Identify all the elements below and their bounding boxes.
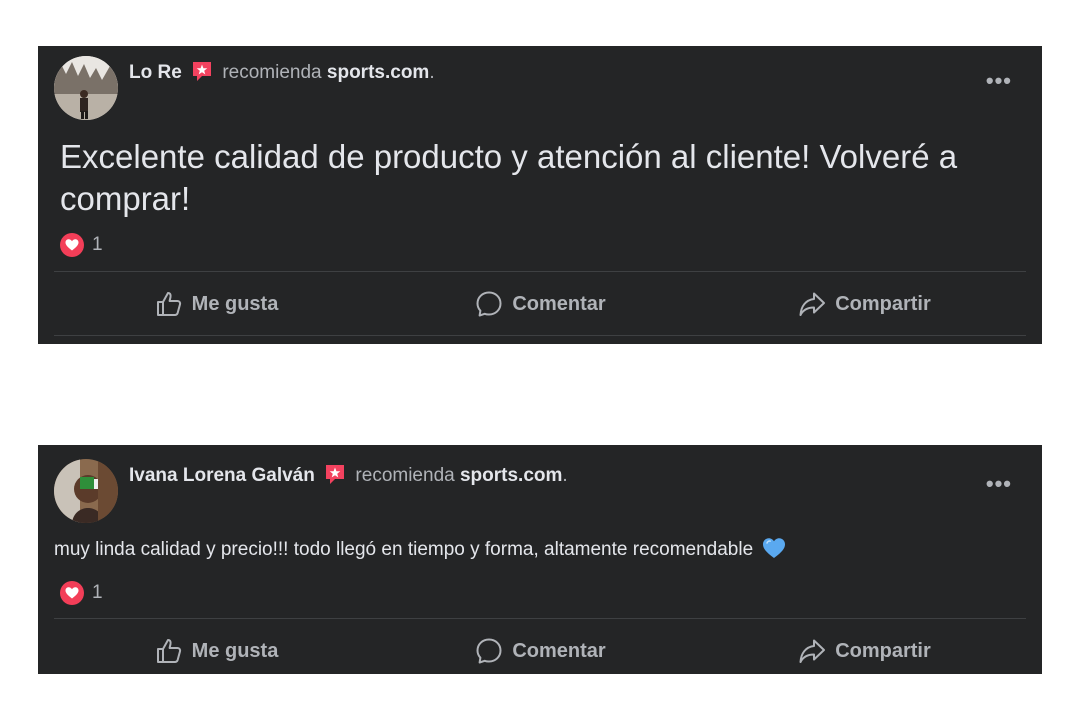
love-reaction-icon (60, 581, 84, 605)
more-options-icon[interactable]: ••• (986, 70, 1012, 92)
divider (54, 335, 1026, 336)
like-button[interactable]: Me gusta (54, 623, 378, 679)
like-label: Me gusta (191, 639, 279, 662)
comment-button[interactable]: Comentar (378, 623, 702, 679)
more-options-icon[interactable]: ••• (986, 473, 1012, 495)
reaction-summary[interactable]: 1 (60, 581, 103, 605)
action-bar: Me gusta Comentar Compartir (54, 276, 1026, 332)
divider (54, 618, 1026, 619)
review-post: Lo Re recomienda sports.com. ••• Excelen… (38, 46, 1042, 344)
period: . (429, 62, 435, 83)
recommend-icon (193, 62, 212, 81)
recommend-text: recomienda (222, 62, 322, 83)
share-label: Compartir (835, 639, 931, 662)
divider (54, 271, 1026, 272)
author-name[interactable]: Lo Re (129, 62, 182, 83)
share-label: Compartir (835, 292, 931, 315)
recommend-text: recomienda (355, 465, 455, 486)
avatar[interactable] (54, 56, 118, 120)
like-label: Me gusta (191, 292, 279, 315)
reaction-count: 1 (92, 582, 103, 603)
comment-label: Comentar (512, 639, 606, 662)
post-text: Excelente calidad de producto y atención… (60, 138, 958, 217)
like-button[interactable]: Me gusta (54, 276, 378, 332)
comment-label: Comentar (512, 292, 606, 315)
post-text: muy linda calidad y precio!!! todo llegó… (54, 537, 1018, 563)
page-link[interactable]: sports.com (460, 465, 562, 486)
comment-button[interactable]: Comentar (378, 276, 702, 332)
love-reaction-icon (60, 233, 84, 257)
reaction-count: 1 (92, 234, 103, 255)
thumbs-up-icon (156, 639, 181, 663)
avatar[interactable] (54, 459, 118, 523)
period: . (562, 465, 568, 486)
blue-heart-emoji (763, 538, 786, 558)
comment-icon (476, 638, 502, 664)
post-text-content: muy linda calidad y precio!!! todo llegó… (54, 539, 754, 560)
share-icon (799, 639, 826, 663)
share-icon (799, 292, 826, 316)
post-header: Lo Re recomienda sports.com. (129, 60, 435, 85)
author-name[interactable]: Ivana Lorena Galván (129, 465, 315, 486)
recommend-icon (326, 465, 345, 484)
comment-icon (476, 291, 502, 317)
thumbs-up-icon (156, 292, 181, 316)
share-button[interactable]: Compartir (702, 623, 1026, 679)
reaction-summary[interactable]: 1 (60, 233, 103, 257)
action-bar: Me gusta Comentar Compartir (54, 623, 1026, 679)
post-header: Ivana Lorena Galván recomienda sports.co… (129, 463, 568, 488)
share-button[interactable]: Compartir (702, 276, 1026, 332)
review-post: Ivana Lorena Galván recomienda sports.co… (38, 445, 1042, 674)
page-link[interactable]: sports.com (327, 62, 429, 83)
